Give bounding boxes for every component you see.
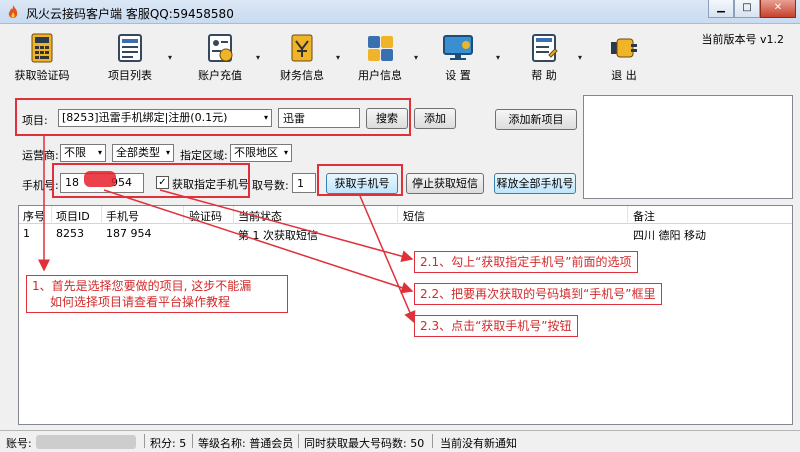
annotation-note-2: 2.1、勾上“获取指定手机号”前面的选项 [414,251,638,273]
cell-status: 第 1 次获取短信 [238,229,318,242]
operator-label: 运营商: [22,149,59,162]
get-code-tool[interactable]: 获取验证码 [12,33,72,85]
toolbar: 当前版本号 v1.2 获取验证码 项目列表 ▾ 账户充值 ▾ 财务信息 ▾ 用户… [8,27,792,87]
column-header[interactable]: 备注 [633,208,655,224]
maximize-button[interactable]: □ [734,0,760,18]
tool-label: 用户信息 [358,69,402,82]
chevron-down-icon[interactable]: ▾ [414,53,418,62]
type-select-value: 全部类型 [116,146,160,159]
tool-label: 帮 助 [531,69,557,82]
column-header[interactable]: 当前状态 [238,208,282,224]
calculator-icon [31,33,53,63]
list-icon [118,34,142,62]
annotation-note-1-line1: 1、首先是选择您要做的项目, 这步不能漏 [32,279,252,293]
region-select[interactable]: 不限地区 ▾ [230,144,292,162]
table-header: 序号 项目ID 手机号 验证码 当前状态 短信 备注 [19,206,792,224]
chevron-down-icon[interactable]: ▾ [578,53,582,62]
level-label: 等级名称: 普通会员 [198,437,294,450]
tool-label: 设 置 [445,69,471,82]
tool-label: 获取验证码 [14,69,70,82]
preview-panel [583,95,793,199]
chevron-down-icon[interactable]: ▾ [168,53,172,62]
highlight-phone-area [52,163,250,198]
user-icon [368,36,393,61]
region-select-value: 不限地区 [234,146,278,159]
recharge-icon [208,34,233,62]
column-header[interactable]: 验证码 [189,208,222,224]
user-info-tool[interactable]: 用户信息 [350,33,410,85]
tool-label: 财务信息 [280,69,324,82]
exit-tool[interactable]: 退 出 [594,33,654,85]
points-label: 积分: 5 [150,437,187,450]
column-header[interactable]: 项目ID [56,208,90,224]
status-bar: 账号: 积分: 5 等级名称: 普通会员 同时获取最大号码数: 50 当前没有新… [0,430,800,452]
chevron-down-icon: ▾ [165,148,170,157]
finance-tool[interactable]: 财务信息 [272,33,332,85]
help-tool[interactable]: 帮 助 [514,33,574,85]
release-all-button[interactable]: 释放全部手机号 [494,173,576,194]
count-input[interactable] [292,173,316,193]
column-header[interactable]: 手机号 [106,208,139,224]
tool-label: 账户充值 [198,69,242,82]
chevron-down-icon[interactable]: ▾ [336,53,340,62]
exit-icon [611,38,637,58]
annotation-note-4: 2.3、点击“获取手机号”按钮 [414,315,578,337]
annotation-note-1-line2: 如何选择项目请查看平台操作教程 [50,295,231,309]
cell-phone: 187 954 [106,227,152,240]
chevron-down-icon: ▾ [283,148,288,157]
tool-label: 项目列表 [108,69,152,82]
close-button[interactable]: ✕ [760,0,796,18]
max-phones-label: 同时获取最大号码数: 50 [304,437,425,450]
version-label: 当前版本号 v1.2 [701,33,785,46]
phone-table[interactable]: 序号 项目ID 手机号 验证码 当前状态 短信 备注 1 8253 187 95… [18,205,793,425]
cell-index: 1 [23,227,30,240]
highlight-project-row [15,98,411,136]
cell-project-id: 8253 [56,227,84,240]
settings-tool[interactable]: 设 置 [428,33,488,85]
flame-icon [8,5,18,18]
stop-sms-button[interactable]: 停止获取短信 [406,173,484,194]
add-new-project-button[interactable]: 添加新项目 [495,109,577,130]
chevron-down-icon[interactable]: ▾ [496,53,500,62]
project-list-tool[interactable]: 项目列表 [100,33,160,85]
monitor-icon [443,35,473,60]
type-select[interactable]: 全部类型 ▾ [112,144,174,162]
title-bar: 风火云接码客户端 客服QQ:59458580 ▁ □ ✕ [0,0,800,24]
minimize-button[interactable]: ▁ [708,0,734,18]
finance-icon [291,34,313,62]
tool-label: 退 出 [611,69,637,82]
chevron-down-icon[interactable]: ▾ [256,53,260,62]
region-label: 指定区域: [180,149,228,162]
window-title: 风火云接码客户端 客服QQ:59458580 [26,7,234,21]
column-header[interactable]: 短信 [403,208,425,224]
add-button[interactable]: 添加 [414,108,456,129]
notice-label: 当前没有新通知 [440,437,517,450]
cell-note: 四川 德阳 移动 [633,229,706,242]
operator-select-value: 不限 [64,146,86,159]
column-header[interactable]: 序号 [23,208,45,224]
count-label: 取号数: [252,179,289,192]
help-icon [532,34,558,62]
recharge-tool[interactable]: 账户充值 [190,33,250,85]
annotation-note-3: 2.2、把要再次获取的号码填到“手机号”框里 [414,283,662,305]
redaction-mark [36,435,136,449]
account-label: 账号: [6,437,32,450]
annotation-note-1: 1、首先是选择您要做的项目, 这步不能漏 如何选择项目请查看平台操作教程 [26,275,288,313]
chevron-down-icon: ▾ [97,148,102,157]
highlight-get-phone [317,164,403,196]
operator-select[interactable]: 不限 ▾ [60,144,106,162]
